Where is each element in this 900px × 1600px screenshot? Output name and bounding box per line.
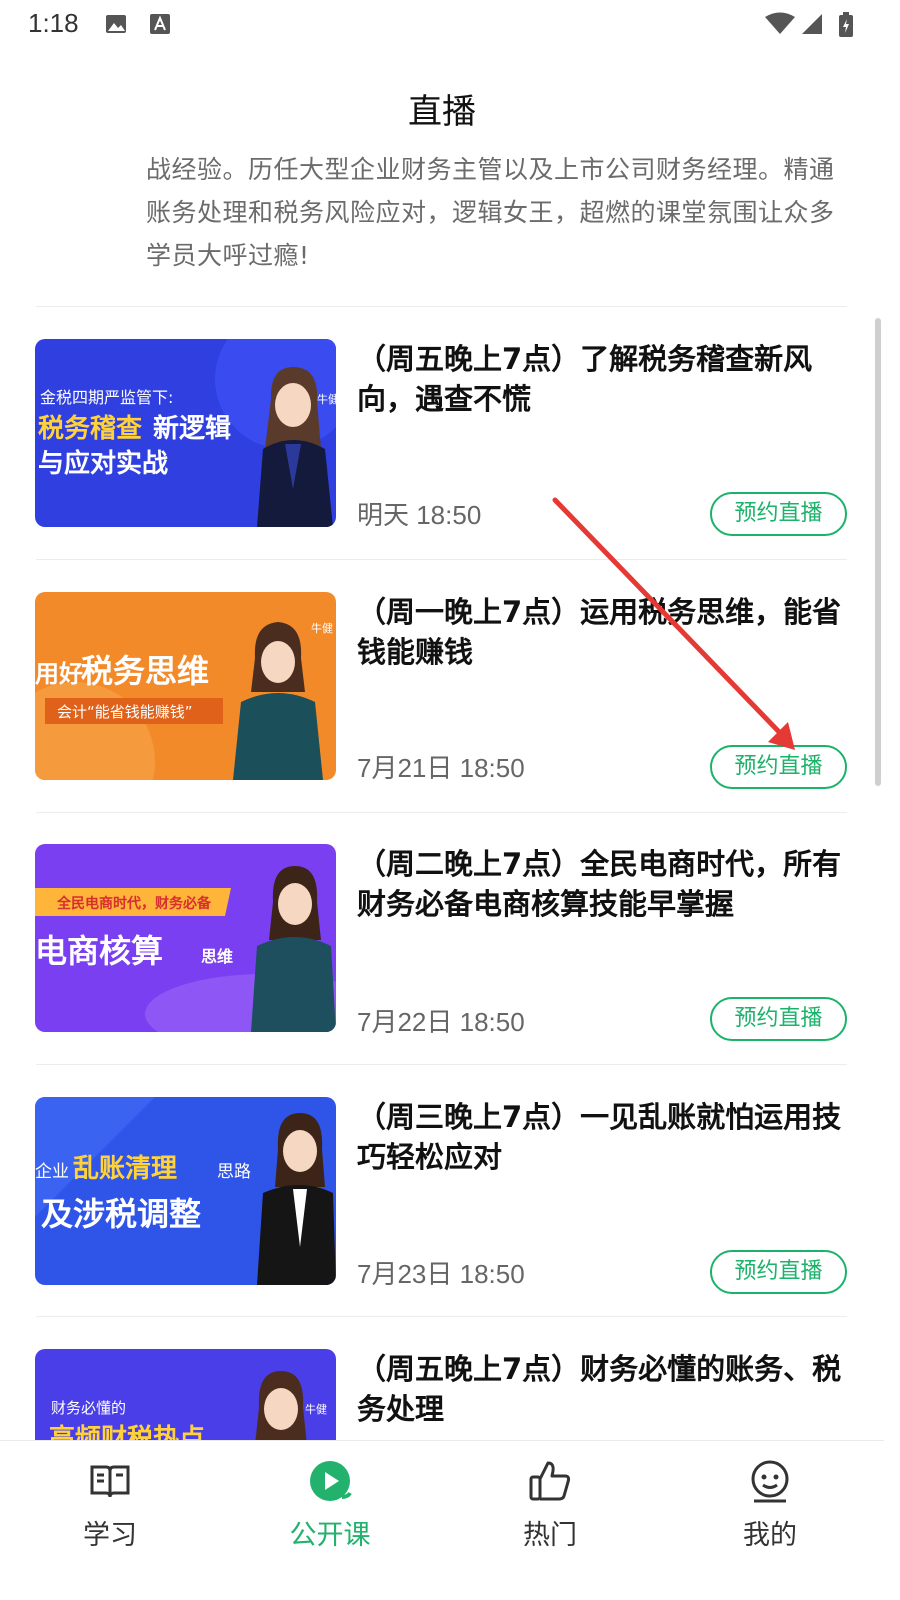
signal-icon: [800, 12, 824, 40]
teacher-intro-text: 战经验。历任大型企业财务主管以及上市公司财务经理。精通账务处理和税务风险应对，逻…: [146, 155, 835, 270]
reserve-live-button[interactable]: 预约直播: [710, 1250, 847, 1294]
thumb-text: 全民电商时代，财务必备: [56, 895, 212, 912]
wifi-icon: [764, 12, 796, 40]
thumb-text: 新逻辑: [153, 413, 231, 444]
course-title[interactable]: （周五晚上7点）了解税务稽查新风向，遇查不慌: [357, 339, 852, 419]
font-notification-icon: [148, 12, 172, 40]
battery-icon: [838, 12, 854, 42]
list-item[interactable]: 用好 税务思维 会计“能省钱能赚钱” 牛健 （周一晚上7点）运用税务思维，能省钱…: [0, 560, 884, 812]
nav-label: 热门: [523, 1520, 577, 1551]
course-time: 明天 18:50: [357, 500, 482, 530]
thumb-text: 会计“能省钱能赚钱”: [57, 703, 193, 721]
thumb-text: 及涉税调整: [41, 1195, 201, 1233]
thumb-text: 高频财税热点: [49, 1423, 205, 1440]
thumb-tag: 牛健: [317, 392, 336, 406]
thumb-text: 与应对实战: [38, 448, 168, 479]
thumbs-up-icon: [528, 1459, 572, 1503]
thumb-text: 企业: [35, 1162, 69, 1182]
thumb-text: 思维: [201, 947, 233, 966]
nav-tab-open-course[interactable]: 公开课: [270, 1441, 390, 1561]
course-title[interactable]: （周五晚上7点）财务必懂的账务、税务处理: [357, 1349, 852, 1429]
list-item[interactable]: 金税四期严监管下: 税务稽查 新逻辑 与应对实战 牛健 （周五晚上7点）了解税务…: [0, 307, 884, 559]
list-item[interactable]: 企业 乱账清理 思路 及涉税调整 （周三晚上7点）一见乱账就怕运用技巧轻松应对 …: [0, 1065, 884, 1317]
course-thumbnail[interactable]: 用好 税务思维 会计“能省钱能赚钱” 牛健: [35, 592, 336, 780]
course-title[interactable]: （周三晚上7点）一见乱账就怕运用技巧轻松应对: [357, 1097, 852, 1177]
nav-tab-hot[interactable]: 热门: [490, 1441, 610, 1561]
page-title: 直播: [408, 92, 476, 132]
thumb-text: 金税四期严监管下:: [40, 388, 173, 407]
reserve-live-button[interactable]: 预约直播: [710, 745, 847, 789]
nav-tab-study[interactable]: 学习: [50, 1441, 170, 1561]
nav-label: 学习: [83, 1520, 137, 1551]
course-thumbnail[interactable]: 企业 乱账清理 思路 及涉税调整: [35, 1097, 336, 1285]
thumb-text: 税务思维: [81, 652, 209, 690]
thumb-text: 乱账清理: [73, 1154, 177, 1184]
thumb-tag: 牛健: [311, 621, 333, 635]
course-thumbnail[interactable]: 金税四期严监管下: 税务稽查 新逻辑 与应对实战 牛健: [35, 339, 336, 527]
nav-tab-mine[interactable]: 我的: [710, 1441, 830, 1561]
status-bar: 1:18: [0, 0, 900, 48]
course-thumbnail[interactable]: 财务必懂的 高频财税热点 牛健: [35, 1349, 336, 1440]
thumb-text: 思路: [217, 1162, 251, 1182]
user-face-icon: [748, 1459, 792, 1503]
course-thumbnail[interactable]: 全民电商时代，财务必备 电商核算 思维: [35, 844, 336, 1032]
thumb-tag: 牛健: [305, 1402, 327, 1416]
course-time: 7月22日 18:50: [357, 1007, 525, 1037]
reserve-live-button[interactable]: 预约直播: [710, 997, 847, 1041]
status-time: 1:18: [28, 8, 79, 38]
nav-label: 我的: [743, 1520, 797, 1551]
thumb-text: 用好: [35, 660, 83, 688]
reserve-live-button[interactable]: 预约直播: [710, 492, 847, 536]
bottom-navigation: 学习 公开课 热门 我的: [0, 1440, 884, 1560]
list-item[interactable]: 财务必懂的 高频财税热点 牛健 （周五晚上7点）财务必懂的账务、税务处理: [0, 1317, 884, 1440]
thumb-text: 财务必懂的: [51, 1399, 126, 1417]
scrollbar[interactable]: [875, 318, 881, 786]
course-title[interactable]: （周一晚上7点）运用税务思维，能省钱能赚钱: [357, 592, 852, 672]
course-title[interactable]: （周二晚上7点）全民电商时代，所有财务必备电商核算技能早掌握: [357, 844, 852, 924]
nav-label: 公开课: [289, 1520, 371, 1551]
list-item[interactable]: 全民电商时代，财务必备 电商核算 思维 （周二晚上7点）全民电商时代，所有财务必…: [0, 813, 884, 1065]
play-circle-icon: [308, 1459, 352, 1503]
image-notification-icon: [104, 12, 128, 40]
thumb-text: 电商核算: [35, 932, 163, 970]
course-time: 7月21日 18:50: [357, 753, 525, 783]
thumb-text: 税务稽查: [38, 414, 142, 444]
book-icon: [88, 1459, 132, 1503]
course-time: 7月23日 18:50: [357, 1259, 525, 1289]
